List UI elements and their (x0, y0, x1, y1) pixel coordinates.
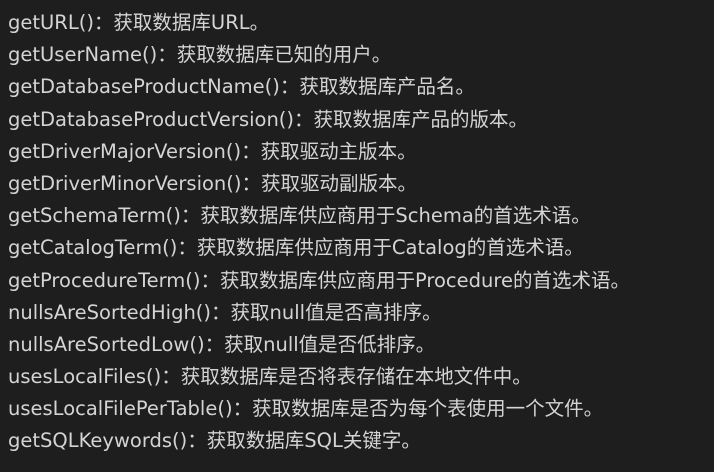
text-line-useslocalfilepertable: usesLocalFilePerTable()：获取数据库是否为每个表使用一个文… (8, 397, 604, 421)
method-description-panel: getURL()：获取数据库URL。 getUserName()：获取数据库已知… (0, 0, 714, 472)
text-line-getdrivermajorversion: getDriverMajorVersion()：获取驱动主版本。 (8, 139, 417, 163)
text-line-getusername: getUserName()：获取数据库已知的用户。 (8, 43, 392, 67)
text-line-getschematerm: getSchemaTerm()：获取数据库供应商用于Schema的首选术语。 (8, 204, 591, 228)
text-line-getsqlkeywords: getSQLKeywords()：获取数据库SQL关键字。 (8, 429, 421, 453)
text-line-getdatabaseproductversion: getDatabaseProductVersion()：获取数据库产品的版本。 (8, 107, 529, 131)
text-line-getprocedureterm: getProcedureTerm()：获取数据库供应商用于Procedure的首… (8, 268, 630, 292)
text-line-getdatabaseproductname: getDatabaseProductName()：获取数据库产品名。 (8, 75, 475, 99)
text-line-useslocalfiles: usesLocalFiles()：获取数据库是否将表存储在本地文件中。 (8, 365, 532, 389)
text-line-getdriverminorversion: getDriverMinorVersion()：获取驱动副版本。 (8, 171, 417, 195)
text-line-nullsaresortedhigh: nullsAreSortedHigh()：获取null值是否高排序。 (8, 300, 442, 324)
text-line-geturl: getURL()：获取数据库URL。 (8, 11, 270, 34)
text-line-nullsaresortedlow: nullsAreSortedLow()：获取null值是否低排序。 (8, 332, 436, 356)
text-line-getcatalogterm: getCatalogTerm()：获取数据库供应商用于Catalog的首选术语。 (8, 236, 584, 260)
